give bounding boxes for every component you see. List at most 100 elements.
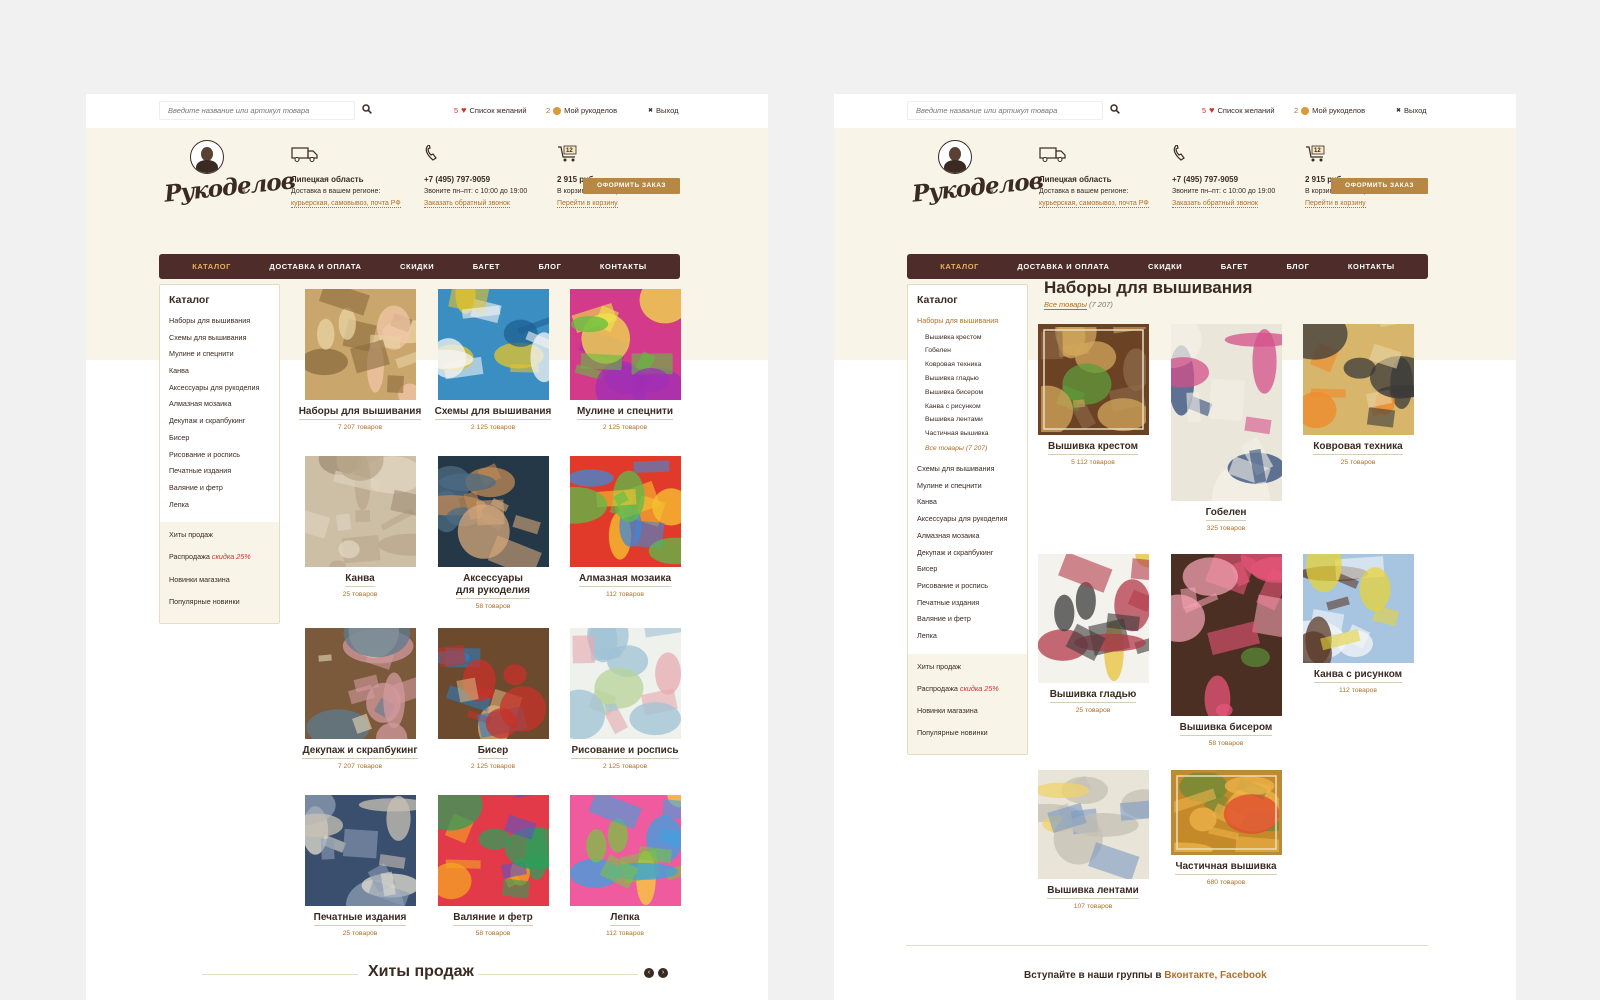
- sidebar-item[interactable]: Лепка: [917, 631, 1027, 648]
- product-image[interactable]: [1037, 324, 1149, 435]
- menu-item[interactable]: БАГЕТ: [473, 262, 500, 271]
- sidebar-item[interactable]: Рисование и роспись: [917, 581, 1027, 598]
- menu-item[interactable]: КОНТАКТЫ: [600, 262, 647, 271]
- category-name[interactable]: Бисер: [477, 745, 509, 759]
- category-card[interactable]: Канва 25 товаров: [295, 456, 425, 598]
- sidebar-subitem[interactable]: Вышивка лентами: [925, 415, 1027, 429]
- sidebar-item[interactable]: Рисование и роспись: [169, 450, 279, 467]
- product-image[interactable]: [1170, 770, 1282, 855]
- subcategory-image-wrap[interactable]: [1302, 324, 1414, 435]
- category-card[interactable]: Мулине и спецнити 2 125 товаров: [560, 289, 690, 431]
- category-image-wrap[interactable]: [304, 289, 416, 400]
- sidebar-item[interactable]: Схемы для вышивания: [917, 464, 1027, 481]
- menu-item[interactable]: БАГЕТ: [1221, 262, 1248, 271]
- category-image-wrap[interactable]: [437, 456, 549, 567]
- product-image[interactable]: [437, 456, 549, 567]
- product-image[interactable]: [1037, 554, 1149, 683]
- category-card[interactable]: Алмазная мозаика 112 товаров: [560, 456, 690, 598]
- wishlist-link[interactable]: 5 ♥ Список желаний: [454, 106, 527, 116]
- category-image-wrap[interactable]: [569, 456, 681, 567]
- sidebar-item[interactable]: Алмазная мозаика: [917, 531, 1027, 548]
- product-image[interactable]: [569, 289, 681, 400]
- menu-item[interactable]: БЛОГ: [539, 262, 562, 271]
- menu-item[interactable]: КАТАЛОГ: [192, 262, 231, 271]
- region-delivery-link[interactable]: курьерская, самовывоз, почта РФ: [1039, 200, 1149, 208]
- product-image[interactable]: [304, 456, 416, 567]
- next-arrow-icon[interactable]: ›: [658, 968, 668, 978]
- region-delivery-link[interactable]: курьерская, самовывоз, почта РФ: [291, 200, 401, 208]
- category-image-wrap[interactable]: [569, 795, 681, 906]
- product-image[interactable]: [569, 456, 681, 567]
- subcategory-name[interactable]: Вышивка гладью: [1049, 689, 1137, 703]
- sidebar-item[interactable]: Печатные издания: [169, 466, 279, 483]
- sidebar-item[interactable]: Алмазная мозаика: [169, 399, 279, 416]
- sidebar-subitem[interactable]: Вышивка крестом: [925, 333, 1027, 347]
- category-image-wrap[interactable]: [304, 628, 416, 739]
- category-card[interactable]: Лепка 112 товаров: [560, 795, 690, 937]
- callback-link[interactable]: Заказать обратный звонок: [424, 200, 510, 208]
- sidebar-subitem[interactable]: Вышивка гладью: [925, 374, 1027, 388]
- checkout-button[interactable]: ОФОРМИТЬ ЗАКАЗ: [1331, 178, 1428, 194]
- product-image[interactable]: [1170, 554, 1282, 716]
- my-rukodelov-link[interactable]: 2 Мой рукоделов: [1294, 106, 1365, 115]
- sidebar-item[interactable]: Аксессуары для рукоделия: [917, 514, 1027, 531]
- all-link-text[interactable]: Все товары: [1044, 300, 1087, 310]
- sidebar-item[interactable]: Мулине и спецнити: [917, 481, 1027, 498]
- sidebar-item[interactable]: Лепка: [169, 500, 279, 517]
- product-image[interactable]: [437, 628, 549, 739]
- vk-link[interactable]: Вконтакте,: [1164, 970, 1217, 981]
- phone-number[interactable]: +7 (495) 797-9059: [1172, 175, 1238, 184]
- category-card[interactable]: Аксессуары для рукоделия 58 товаров: [428, 456, 558, 610]
- product-image[interactable]: [1170, 324, 1282, 501]
- phone-number[interactable]: +7 (495) 797-9059: [424, 175, 490, 184]
- menu-item[interactable]: КОНТАКТЫ: [1348, 262, 1395, 271]
- category-name[interactable]: Лепка: [610, 912, 640, 926]
- go-to-cart-link[interactable]: Перейти в корзину: [557, 200, 618, 208]
- sidebar-item[interactable]: Валяние и фетр: [169, 483, 279, 500]
- subcategory-image-wrap[interactable]: [1037, 554, 1149, 683]
- category-card[interactable]: Декупаж и скрапбукинг 7 207 товаров: [295, 628, 425, 770]
- sidebar-extra-item[interactable]: Распродажа скидка 25%: [169, 552, 279, 574]
- subcategory-image-wrap[interactable]: [1170, 324, 1282, 501]
- callback-link[interactable]: Заказать обратный звонок: [1172, 200, 1258, 208]
- product-image[interactable]: [304, 628, 416, 739]
- sidebar-item[interactable]: Наборы для вышивания: [169, 316, 279, 333]
- product-image[interactable]: [1302, 324, 1414, 435]
- subcategory-image-wrap[interactable]: [1037, 324, 1149, 435]
- sidebar-item[interactable]: Декупаж и скрапбукинг: [917, 548, 1027, 565]
- category-name[interactable]: Канва: [345, 573, 375, 587]
- subcategory-name[interactable]: Вышивка крестом: [1048, 441, 1138, 455]
- category-card[interactable]: Валяние и фетр 58 товаров: [428, 795, 558, 937]
- subcategory-card[interactable]: Ковровая техника 25 товаров: [1293, 324, 1423, 466]
- sidebar-item[interactable]: Канва: [169, 366, 279, 383]
- product-image[interactable]: [304, 289, 416, 400]
- search-icon[interactable]: [1110, 104, 1120, 114]
- sidebar-extra-item[interactable]: Популярные новинки: [169, 597, 279, 619]
- sidebar-item[interactable]: Канва: [917, 497, 1027, 514]
- menu-item[interactable]: КАТАЛОГ: [940, 262, 979, 271]
- subcategory-card[interactable]: Канва с рисунком 112 товаров: [1293, 554, 1423, 694]
- subcategory-image-wrap[interactable]: [1170, 770, 1282, 855]
- category-image-wrap[interactable]: [437, 289, 549, 400]
- category-card[interactable]: Печатные издания 25 товаров: [295, 795, 425, 937]
- category-name[interactable]: Рисование и роспись: [571, 745, 679, 759]
- menu-item[interactable]: ДОСТАВКА И ОПЛАТА: [269, 262, 361, 271]
- category-name[interactable]: Алмазная мозаика: [578, 573, 672, 587]
- menu-item[interactable]: БЛОГ: [1287, 262, 1310, 271]
- category-image-wrap[interactable]: [304, 456, 416, 567]
- subcategory-card[interactable]: Гобелен 325 товаров: [1161, 324, 1291, 532]
- subcategory-card[interactable]: Вышивка бисером 58 товаров: [1161, 554, 1291, 747]
- category-name[interactable]: Схемы для вышивания: [434, 406, 552, 420]
- menu-item[interactable]: СКИДКИ: [1148, 262, 1182, 271]
- subcategory-image-wrap[interactable]: [1037, 770, 1149, 879]
- my-rukodelov-link[interactable]: 2 Мой рукоделов: [546, 106, 617, 115]
- subcategory-card[interactable]: Вышивка лентами 107 товаров: [1028, 770, 1158, 910]
- sidebar-extra-item[interactable]: Новинки магазина: [169, 575, 279, 597]
- subcategory-name[interactable]: Частичная вышивка: [1175, 861, 1277, 875]
- product-image[interactable]: [437, 795, 549, 906]
- sidebar-item[interactable]: Валяние и фетр: [917, 614, 1027, 631]
- subcategory-image-wrap[interactable]: [1302, 554, 1414, 663]
- category-name[interactable]: Печатные издания: [313, 912, 407, 926]
- subcategory-name[interactable]: Вышивка лентами: [1047, 885, 1139, 899]
- category-card[interactable]: Рисование и роспись 2 125 товаров: [560, 628, 690, 770]
